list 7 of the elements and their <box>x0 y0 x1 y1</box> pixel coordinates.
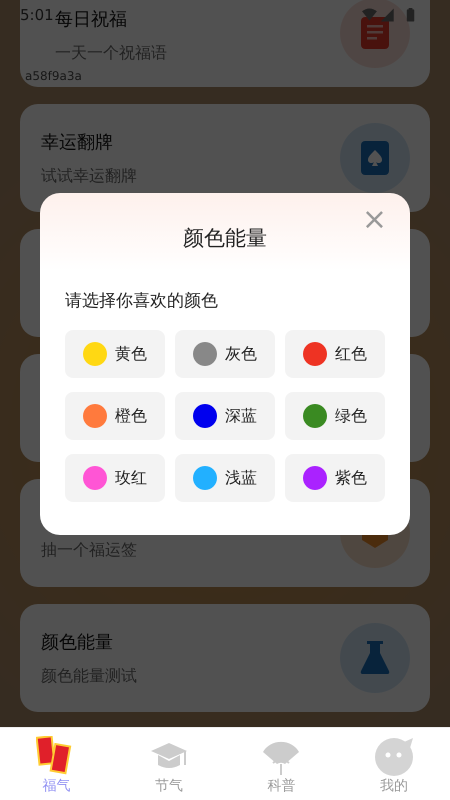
status-time: 5:01 <box>20 6 54 24</box>
dialog-prompt: 请选择你喜欢的颜色 <box>65 290 219 312</box>
card-code: a58f9a3a <box>25 69 82 83</box>
card-title: 每日祝福 <box>55 8 128 30</box>
card-title: 幸运翻牌 <box>41 130 114 154</box>
card-title: 颜色能量 <box>41 630 114 654</box>
dialog-title: 颜色能量 <box>183 225 267 252</box>
